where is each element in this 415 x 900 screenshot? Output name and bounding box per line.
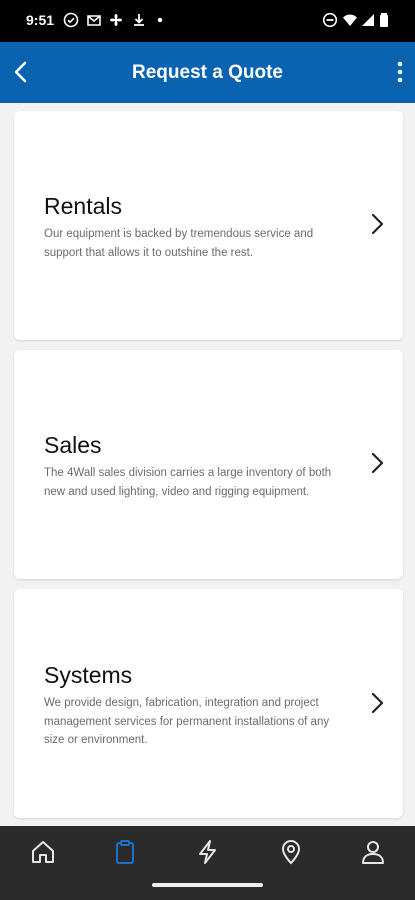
card-title: Sales: [44, 432, 102, 458]
signal-icon: [362, 14, 374, 26]
gmail-icon: [87, 15, 101, 26]
card-title: Systems: [44, 662, 133, 688]
status-time: 9:51: [26, 12, 55, 28]
download-icon: [134, 14, 144, 26]
bottom-navigation: [0, 826, 415, 900]
do-not-disturb-icon: [322, 12, 338, 28]
card-sales[interactable]: Sales The 4Wall sales division carries a…: [14, 350, 403, 579]
profile-icon[interactable]: [359, 838, 387, 866]
chevron-right-icon: [371, 692, 384, 714]
location-pin-icon[interactable]: [277, 838, 305, 866]
app-bar: Request a Quote: [0, 42, 415, 103]
chevron-right-icon: [371, 213, 384, 235]
card-description: The 4Wall sales division carries a large…: [44, 467, 332, 498]
home-icon[interactable]: [29, 838, 57, 866]
wifi-icon: [343, 14, 357, 26]
fan-icon: [110, 14, 122, 26]
battery-icon: [380, 13, 388, 27]
status-bar: 9:51: [0, 0, 415, 42]
dot-icon: [157, 17, 163, 23]
check-circle-icon: [63, 12, 79, 28]
gesture-home-bar[interactable]: [152, 883, 263, 887]
lightning-icon[interactable]: [194, 838, 222, 866]
clipboard-icon[interactable]: [111, 838, 139, 866]
card-description: Our equipment is backed by tremendous se…: [44, 228, 314, 259]
page-title: Request a Quote: [132, 62, 283, 83]
card-systems[interactable]: Systems We provide design, fabrication, …: [14, 589, 403, 818]
card-rentals[interactable]: Rentals Our equipment is backed by treme…: [14, 111, 403, 340]
card-description: We provide design, fabrication, integrat…: [44, 697, 330, 746]
chevron-right-icon: [371, 452, 384, 474]
more-options-icon[interactable]: [395, 59, 405, 85]
card-title: Rentals: [44, 193, 122, 219]
